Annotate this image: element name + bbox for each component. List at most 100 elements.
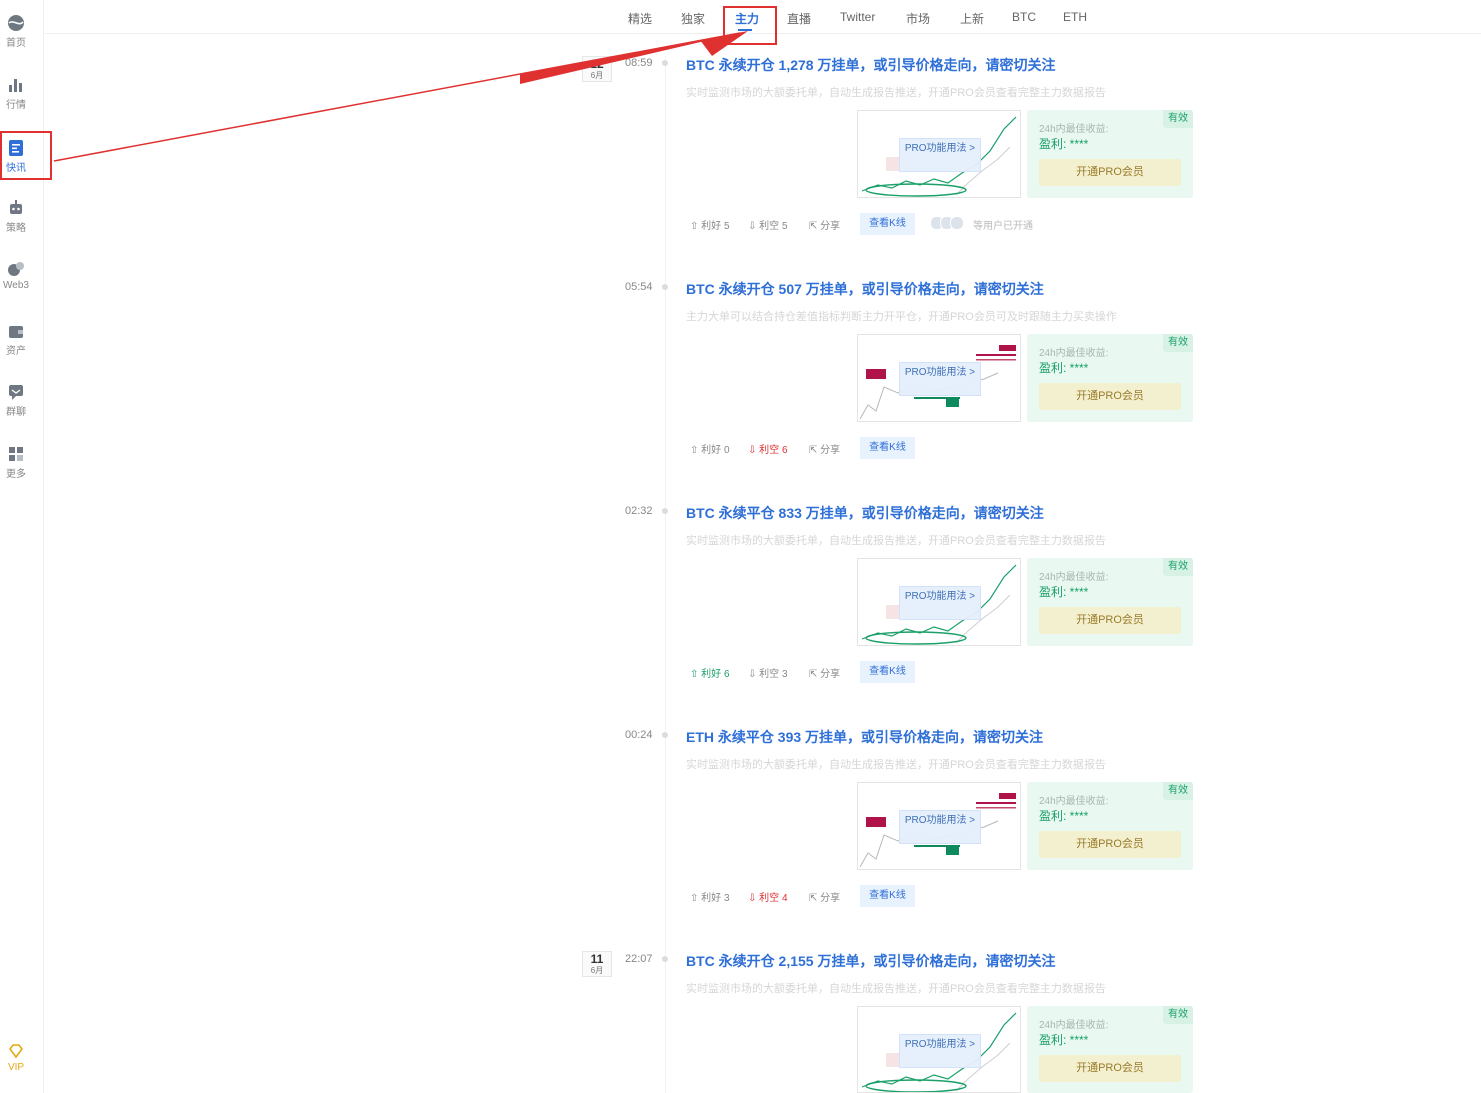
date-day: 12	[590, 57, 604, 71]
share-button[interactable]: ⇱ 分享	[809, 441, 840, 456]
view-kline-button[interactable]: 查看K线	[860, 437, 915, 459]
sidebar-item-market[interactable]: 行情	[0, 76, 32, 111]
entry-time: 02:32	[625, 505, 653, 517]
date-day: 11	[590, 952, 604, 966]
chart-preview[interactable]: PRO功能用法 >	[857, 110, 1021, 198]
grid-icon	[9, 447, 23, 461]
view-kline-button[interactable]: 查看K线	[860, 885, 915, 907]
pro-usage-button[interactable]: PRO功能用法 >	[899, 810, 981, 844]
entry-time: 22:07	[625, 953, 653, 965]
valid-badge: 有效	[1163, 110, 1193, 128]
sidebar-item-chat[interactable]: 群聊	[0, 383, 32, 418]
entry-title[interactable]: ETH 永续平仓 393 万挂单，或引导价格走向，请密切关注	[686, 727, 1043, 747]
date-month: 6月	[590, 966, 604, 975]
entry-title[interactable]: BTC 永续开仓 1,278 万挂单，或引导价格走向，请密切关注	[686, 55, 1055, 75]
sidebar-item-web3[interactable]: Web3	[0, 260, 32, 291]
bullish-count: 利好 0	[701, 445, 730, 456]
valid-badge: 有效	[1163, 334, 1193, 352]
tab-eth[interactable]: ETH	[1063, 10, 1087, 24]
pro-usage-button[interactable]: PRO功能用法 >	[899, 138, 981, 172]
bearish-button[interactable]: ⇩ 利空 6	[748, 441, 788, 456]
share-button[interactable]: ⇱ 分享	[809, 889, 840, 904]
entry-time: 08:59	[625, 57, 653, 69]
share-icon: ⇱	[809, 445, 818, 456]
bullish-button[interactable]: ⇧ 利好 6	[690, 665, 730, 680]
open-pro-button[interactable]: 开通PRO会员	[1039, 1055, 1181, 1082]
entry-time: 05:54	[625, 281, 653, 293]
profit-value: 盈利: ****	[1039, 137, 1089, 151]
tab-live[interactable]: 直播	[787, 10, 811, 27]
tab-new-listings[interactable]: 上新	[960, 10, 984, 27]
sidebar-item-label: 群聊	[6, 407, 26, 418]
entry-title[interactable]: BTC 永续开仓 507 万挂单，或引导价格走向，请密切关注	[686, 279, 1044, 299]
entry-title[interactable]: BTC 永续平仓 833 万挂单，或引导价格走向，请密切关注	[686, 503, 1044, 523]
bearish-button[interactable]: ⇩ 利空 4	[748, 889, 788, 904]
sidebar-item-home[interactable]: 首页	[0, 14, 32, 49]
sidebar-item-more[interactable]: 更多	[0, 445, 32, 480]
entry-subtitle: 主力大单可以结合持仓差值指标判断主力开平仓，开通PRO会员可及时跟随主力买卖操作	[686, 311, 1117, 323]
tab-twitter[interactable]: Twitter	[840, 10, 875, 24]
profit-card: 有效 24h内最佳收益: 盈利: **** 开通PRO会员	[1027, 558, 1193, 646]
arrow-up-icon: ⇧	[690, 221, 699, 232]
entry-subtitle: 实时监测市场的大额委托单，自动生成报告推送，开通PRO会员查看完整主力数据报告	[686, 759, 1106, 771]
bullish-button[interactable]: ⇧ 利好 3	[690, 889, 730, 904]
open-pro-button[interactable]: 开通PRO会员	[1039, 383, 1181, 410]
profit-card: 有效 24h内最佳收益: 盈利: **** 开通PRO会员	[1027, 1006, 1193, 1093]
profit-card: 有效 24h内最佳收益: 盈利: **** 开通PRO会员	[1027, 334, 1193, 422]
share-button[interactable]: ⇱ 分享	[809, 665, 840, 680]
profit-value: 盈利: ****	[1039, 361, 1089, 375]
pro-usage-button[interactable]: PRO功能用法 >	[899, 362, 981, 396]
entry-title[interactable]: BTC 永续开仓 2,155 万挂单，或引导价格走向，请密切关注	[686, 951, 1055, 971]
chart-preview[interactable]: PRO功能用法 >	[857, 1006, 1021, 1093]
wallet-icon	[9, 326, 23, 338]
tab-market[interactable]: 市场	[906, 10, 930, 27]
robot-icon	[10, 200, 22, 214]
pro-usage-button[interactable]: PRO功能用法 >	[899, 1034, 981, 1068]
view-kline-button[interactable]: 查看K线	[860, 213, 915, 235]
arrow-down-icon: ⇩	[748, 445, 757, 456]
timeline-line	[665, 56, 666, 1093]
tab-btc[interactable]: BTC	[1012, 10, 1036, 24]
arrow-line-thin	[53, 32, 741, 162]
pro-usage-button[interactable]: PRO功能用法 >	[899, 586, 981, 620]
tab-exclusive[interactable]: 独家	[681, 10, 705, 27]
bullish-button[interactable]: ⇧ 利好 0	[690, 441, 730, 456]
entry-subtitle: 实时监测市场的大额委托单，自动生成报告推送，开通PRO会员查看完整主力数据报告	[686, 535, 1106, 547]
share-icon: ⇱	[809, 669, 818, 680]
chart-preview[interactable]: PRO功能用法 >	[857, 334, 1021, 422]
avatar	[950, 216, 964, 230]
web3-icon	[8, 262, 24, 276]
share-button[interactable]: ⇱ 分享	[809, 217, 840, 232]
sidebar-item-label: 资产	[6, 346, 26, 357]
timeline-dot	[662, 60, 668, 66]
open-pro-button[interactable]: 开通PRO会员	[1039, 607, 1181, 634]
view-kline-button[interactable]: 查看K线	[860, 661, 915, 683]
share-label: 分享	[820, 893, 841, 904]
open-pro-button[interactable]: 开通PRO会员	[1039, 831, 1181, 858]
bearish-button[interactable]: ⇩ 利空 5	[748, 217, 788, 232]
bullish-count: 利好 5	[701, 221, 730, 232]
sidebar-item-strategy[interactable]: 策略	[0, 199, 32, 234]
share-icon: ⇱	[809, 893, 818, 904]
open-pro-button[interactable]: 开通PRO会员	[1039, 159, 1181, 186]
share-label: 分享	[820, 445, 841, 456]
tab-featured[interactable]: 精选	[628, 10, 652, 27]
arrow-down-icon: ⇩	[748, 893, 757, 904]
chart-preview[interactable]: PRO功能用法 >	[857, 782, 1021, 870]
vip-label: VIP	[7, 1062, 25, 1073]
profit-card: 有效 24h内最佳收益: 盈利: **** 开通PRO会员	[1027, 110, 1193, 198]
bullish-button[interactable]: ⇧ 利好 5	[690, 217, 730, 232]
users-opened-text: 等用户已开通	[973, 221, 1033, 232]
bearish-count: 利空 3	[759, 669, 788, 680]
share-icon: ⇱	[809, 221, 818, 232]
arrow-up-icon: ⇧	[690, 445, 699, 456]
sidebar-item-assets[interactable]: 资产	[0, 322, 32, 357]
sidebar-item-vip[interactable]: VIP	[0, 1042, 32, 1073]
profit-label: 24h内最佳收益:	[1039, 572, 1109, 583]
bearish-count: 利空 6	[759, 445, 788, 456]
bar-chart-icon	[9, 79, 22, 92]
bearish-button[interactable]: ⇩ 利空 3	[748, 665, 788, 680]
share-label: 分享	[820, 669, 841, 680]
date-badge: 11 6月	[582, 951, 612, 977]
chart-preview[interactable]: PRO功能用法 >	[857, 558, 1021, 646]
